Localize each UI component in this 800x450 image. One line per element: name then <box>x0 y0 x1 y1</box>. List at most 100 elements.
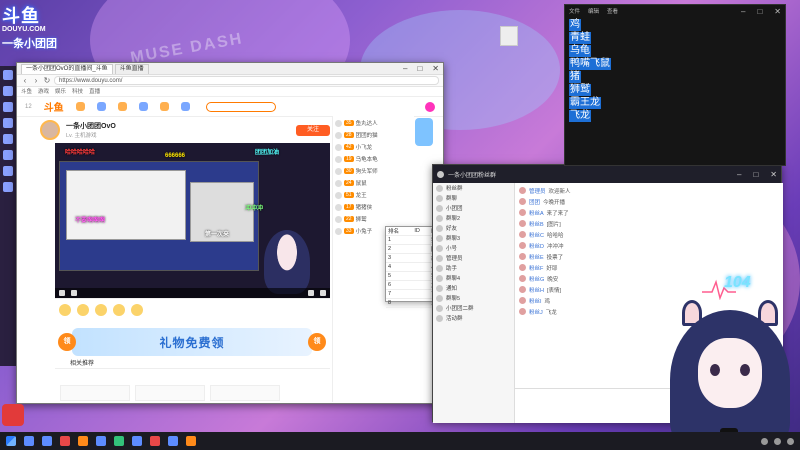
follow-button[interactable]: 关注 <box>296 124 330 136</box>
sender-avatar[interactable] <box>519 220 526 227</box>
sender-avatar[interactable] <box>519 231 526 238</box>
panel-row[interactable]: 22 狮鹫 <box>335 214 412 224</box>
coin-badge[interactable]: 领 <box>58 333 76 351</box>
recommend-card[interactable] <box>210 385 280 401</box>
sender-avatar[interactable] <box>519 286 526 293</box>
recommend-card[interactable] <box>60 385 130 401</box>
sender-avatar[interactable] <box>519 308 526 315</box>
dock-app-icon[interactable] <box>3 102 13 112</box>
list-item[interactable]: 小号 <box>433 243 514 253</box>
url-input[interactable]: https://www.douyu.com/ <box>54 76 439 85</box>
play-icon[interactable] <box>59 290 65 296</box>
volume-icon[interactable] <box>308 290 314 296</box>
sender-avatar[interactable] <box>519 198 526 205</box>
nav-category-icon[interactable] <box>75 102 85 111</box>
streamer-avatar[interactable] <box>40 120 60 140</box>
list-item[interactable]: 群聊5 <box>433 293 514 303</box>
recommend-card[interactable] <box>135 385 205 401</box>
list-item[interactable]: 粉丝群 <box>433 183 514 193</box>
maximize-icon[interactable]: □ <box>753 170 758 179</box>
taskbar-app-icon[interactable] <box>96 436 106 446</box>
panel-row[interactable]: 42 小飞龙 <box>335 142 412 152</box>
tray-icon[interactable] <box>774 437 781 445</box>
site-logo[interactable]: 斗鱼 <box>44 99 64 114</box>
video-player[interactable]: 哈哈哈哈哈 666666 团团加油 不要啊啊啊 第一次来 冲冲冲 <box>55 143 330 298</box>
start-icon[interactable] <box>6 436 16 446</box>
sender-avatar[interactable] <box>519 297 526 304</box>
taskbar-app-icon[interactable] <box>186 436 196 446</box>
list-item[interactable]: 好友 <box>433 223 514 233</box>
nav-category-icon[interactable] <box>159 102 169 111</box>
gift-icon[interactable] <box>59 303 71 316</box>
panel-row[interactable]: 30 狗头军师 <box>335 166 412 176</box>
taskbar-app-icon[interactable] <box>78 436 88 446</box>
gift-banner[interactable]: 领 礼物免费领 领 <box>58 328 326 356</box>
nav-category-icon[interactable] <box>138 102 148 111</box>
close-icon[interactable]: ✕ <box>432 64 439 73</box>
sender-avatar[interactable] <box>519 264 526 271</box>
gift-icon[interactable] <box>95 303 107 316</box>
minimize-icon[interactable]: – <box>737 170 741 179</box>
dock-app-icon[interactable] <box>3 118 13 128</box>
list-item[interactable]: 小团团二群 <box>433 303 514 313</box>
minimize-icon[interactable]: – <box>403 64 407 73</box>
sender-avatar[interactable] <box>519 209 526 216</box>
group-avatar[interactable] <box>437 170 444 178</box>
maximize-icon[interactable]: □ <box>757 7 762 16</box>
list-item[interactable]: 群聊3 <box>433 233 514 243</box>
task-view-icon[interactable] <box>42 436 52 446</box>
panel-row[interactable]: 24 鼠鼠 <box>335 178 412 188</box>
menu-item[interactable]: 编辑 <box>588 7 599 15</box>
dock-app-icon[interactable] <box>3 182 13 192</box>
forward-icon[interactable]: › <box>32 76 40 85</box>
bookmark-item[interactable]: 直播 <box>89 87 100 96</box>
list-item[interactable]: 管理员 <box>433 253 514 263</box>
bookmark-item[interactable]: 科技 <box>72 87 83 96</box>
ad-mascot[interactable] <box>415 118 433 146</box>
maximize-icon[interactable]: □ <box>417 64 422 73</box>
sender-avatar[interactable] <box>519 253 526 260</box>
gift-icon[interactable] <box>77 303 89 316</box>
user-avatar[interactable] <box>425 101 435 112</box>
panel-row[interactable]: 51 龙王 <box>335 190 412 200</box>
nav-category-icon[interactable] <box>117 102 127 111</box>
list-item[interactable]: 助手 <box>433 263 514 273</box>
close-icon[interactable]: ✕ <box>770 170 777 179</box>
panel-row[interactable]: 17 猪猪侠 <box>335 202 412 212</box>
dock-app-icon[interactable] <box>3 86 13 96</box>
bookmark-item[interactable]: 娱乐 <box>55 87 66 96</box>
pinned-app-icon[interactable] <box>2 404 24 426</box>
desktop-file-icon[interactable] <box>500 26 518 46</box>
search-icon[interactable] <box>24 436 34 446</box>
list-item[interactable]: 群聊4 <box>433 273 514 283</box>
minimize-icon[interactable]: – <box>741 7 745 16</box>
refresh-icon[interactable]: ↻ <box>43 76 51 85</box>
panel-row[interactable]: 35 鱼丸达人 <box>335 118 412 128</box>
list-item[interactable]: 群聊 <box>433 193 514 203</box>
notes-text-area[interactable]: 鸡 青蛙 乌龟 鸭嘴飞鼠 猪 狮鹫 霸王龙 飞龙 <box>565 17 785 125</box>
gift-icon[interactable] <box>131 303 143 316</box>
gift-icon[interactable] <box>113 303 125 316</box>
browser-tab-active[interactable]: 一条小团团OvO的直播间_斗鱼 <box>21 63 113 74</box>
wechat-icon[interactable] <box>114 436 124 446</box>
site-search-input[interactable] <box>205 101 276 112</box>
fullscreen-icon[interactable] <box>320 290 326 296</box>
nav-category-icon[interactable] <box>180 102 190 111</box>
panel-row[interactable]: 19 乌龟本龟 <box>335 154 412 164</box>
sender-avatar[interactable] <box>519 187 526 194</box>
refresh-icon[interactable] <box>71 290 77 296</box>
dock-app-icon[interactable] <box>3 134 13 144</box>
list-item[interactable]: 小团团 <box>433 203 514 213</box>
taskbar-app-icon[interactable] <box>168 436 178 446</box>
list-item[interactable]: 活动群 <box>433 313 514 323</box>
taskbar-app-icon[interactable] <box>150 436 160 446</box>
back-icon[interactable]: ‹ <box>21 76 29 85</box>
bookmark-item[interactable]: 游戏 <box>38 87 49 96</box>
list-item[interactable]: 通知 <box>433 283 514 293</box>
list-item[interactable]: 群聊2 <box>433 213 514 223</box>
dock-app-icon[interactable] <box>3 150 13 160</box>
sender-avatar[interactable] <box>519 275 526 282</box>
bookmark-item[interactable]: 斗鱼 <box>21 87 32 96</box>
close-icon[interactable]: ✕ <box>774 7 781 16</box>
dock-app-icon[interactable] <box>3 70 13 80</box>
